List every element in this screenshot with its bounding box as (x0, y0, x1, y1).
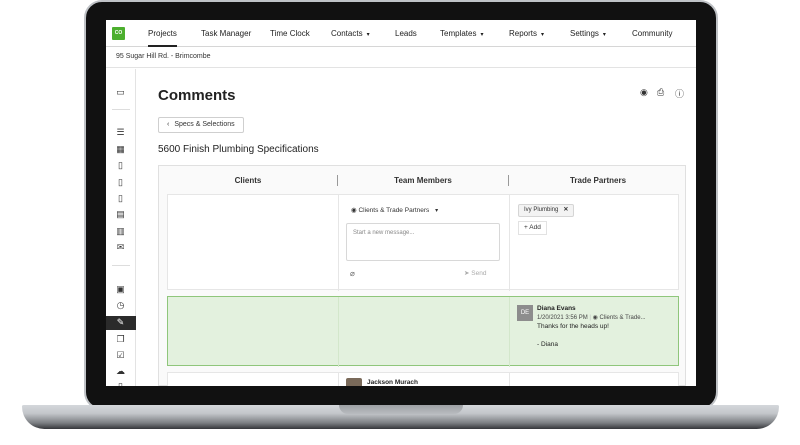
column-trade-partners: Trade Partners (569, 176, 627, 185)
visibility-select[interactable]: ◉ Clients & Trade Partners ▾ (351, 206, 438, 214)
nav-label: Contacts (331, 29, 363, 38)
cell-divider (338, 195, 339, 291)
nav-projects[interactable]: Projects (148, 29, 177, 47)
chevron-down-icon: ▾ (480, 32, 484, 38)
nav-label: Time Clock (270, 29, 310, 38)
stopwatch-icon[interactable]: ◷ (115, 300, 126, 311)
chevron-down-icon: ▾ (541, 32, 545, 38)
calculator-icon[interactable]: ▦ (115, 144, 126, 155)
nav-label: Reports (509, 29, 538, 38)
nav-settings[interactable]: Settings ▾ (570, 29, 606, 38)
eye-icon[interactable]: ◉ (640, 87, 648, 98)
message-meta: 1/20/2021 3:56 PM | ◉ Clients & Trade... (537, 315, 646, 321)
sidebar-divider (112, 265, 130, 266)
message-visibility: Clients & Trade... (599, 315, 646, 321)
clipboard-icon[interactable]: ▭ (115, 87, 126, 98)
recipient-chip: Ivy Plumbing ✕ (518, 204, 575, 217)
nav-time-clock[interactable]: Time Clock (270, 29, 310, 38)
chevron-down-icon: ▾ (435, 208, 439, 214)
eye-icon: ◉ (351, 207, 357, 214)
spec-edit-icon[interactable]: ✎ (115, 317, 126, 328)
nav-label: Templates (440, 29, 477, 38)
add-recipient-button[interactable]: + Add (518, 221, 547, 235)
laptop-mockup: CO Projects Task Manager Time Clock Cont… (0, 0, 800, 445)
print-icon[interactable]: ⎙ (657, 87, 664, 98)
message-author: Jackson Murach (367, 379, 418, 386)
nav-label: Projects (148, 29, 177, 38)
nav-label: Community (632, 29, 673, 38)
nav-label: Task Manager (201, 29, 252, 38)
invoice-icon[interactable]: ▯ (115, 177, 126, 188)
add-label: Add (529, 224, 541, 231)
avatar: DE (517, 305, 533, 321)
chat-icon[interactable]: ❐ (115, 334, 126, 345)
chip-label: Ivy Plumbing (524, 207, 559, 213)
file-icon[interactable]: ▯ (115, 381, 126, 386)
message-signature: - Diana (537, 341, 558, 348)
checkbox-icon[interactable]: ☑ (115, 350, 126, 361)
app-screen: CO Projects Task Manager Time Clock Cont… (106, 20, 696, 386)
cell-divider (509, 195, 510, 291)
cell-divider (509, 373, 510, 386)
chevron-left-icon: ‹ (167, 121, 170, 128)
message-author: Diana Evans (537, 305, 576, 312)
eye-icon: ◉ (592, 315, 598, 321)
message-row: DE Diana Evans 1/20/2021 3:56 PM | ◉ Cli… (167, 296, 679, 367)
report-icon[interactable]: ▤ (115, 209, 126, 220)
nav-templates[interactable]: Templates ▾ (440, 29, 483, 38)
laptop-notch (339, 405, 463, 414)
app-logo[interactable]: CO (112, 27, 125, 40)
chevron-down-icon: ▾ (366, 32, 370, 38)
message-text: Thanks for the heads up! (537, 323, 609, 330)
project-address[interactable]: 95 Sugar Hill Rd. - Brimcombe (116, 53, 211, 60)
cell-divider (509, 297, 510, 367)
project-breadcrumb: 95 Sugar Hill Rd. - Brimcombe (106, 48, 696, 68)
nav-label: Settings (570, 29, 599, 38)
spec-title: 5600 Finish Plumbing Specifications (158, 144, 319, 155)
avatar (346, 378, 362, 386)
cloud-icon[interactable]: ☁ (115, 366, 126, 377)
send-icon: ➤ (464, 270, 470, 277)
column-clients: Clients (234, 176, 262, 185)
back-label: Specs & Selections (174, 121, 235, 128)
send-label: Send (471, 270, 487, 277)
sidebar-divider (112, 109, 130, 110)
back-to-specs-button[interactable]: ‹ Specs & Selections (158, 117, 244, 133)
chevron-down-icon: ▾ (602, 32, 606, 38)
message-row: Jackson Murach (167, 372, 679, 386)
column-team-members: Team Members (394, 176, 452, 185)
nav-contacts[interactable]: Contacts ▾ (331, 29, 370, 38)
nav-task-manager[interactable]: Task Manager (201, 29, 251, 38)
chart-icon[interactable]: ▥ (115, 226, 126, 237)
checklist-icon[interactable]: ☰ (115, 127, 126, 138)
document-icon[interactable]: ▯ (115, 160, 126, 171)
nav-community[interactable]: Community (632, 29, 672, 38)
plus-icon: + (524, 224, 528, 231)
top-nav: CO Projects Task Manager Time Clock Cont… (106, 20, 696, 47)
calendar-icon[interactable]: ▣ (115, 284, 126, 295)
attach-icon[interactable]: ⌀ (350, 269, 355, 278)
sidebar: ▭ ☰ ▦ ▯ ▯ ▯ ▤ ▥ ✉ ▣ ◷ ✎ ❐ ☑ ☁ ▯ (106, 69, 136, 386)
message-timestamp: 1/20/2021 3:56 PM (537, 315, 588, 321)
nav-label: Leads (395, 29, 417, 38)
nav-leads[interactable]: Leads (395, 29, 417, 38)
close-icon[interactable]: ✕ (563, 207, 568, 213)
page-title: Comments (158, 87, 236, 104)
message-input[interactable]: Start a new message... (346, 223, 500, 261)
comments-panel: Clients Team Members Trade Partners ◉ Cl… (158, 165, 686, 386)
file-icon[interactable]: ▯ (115, 193, 126, 204)
help-icon[interactable]: ⓘ (675, 87, 684, 100)
composer-row: ◉ Clients & Trade Partners ▾ Start a new… (167, 194, 679, 291)
send-button[interactable]: ➤ Send (464, 269, 486, 277)
mail-icon[interactable]: ✉ (115, 242, 126, 253)
nav-reports[interactable]: Reports ▾ (509, 29, 544, 38)
cell-divider (338, 373, 339, 386)
cell-divider (338, 297, 339, 367)
visibility-label: Clients & Trade Partners (358, 207, 430, 214)
